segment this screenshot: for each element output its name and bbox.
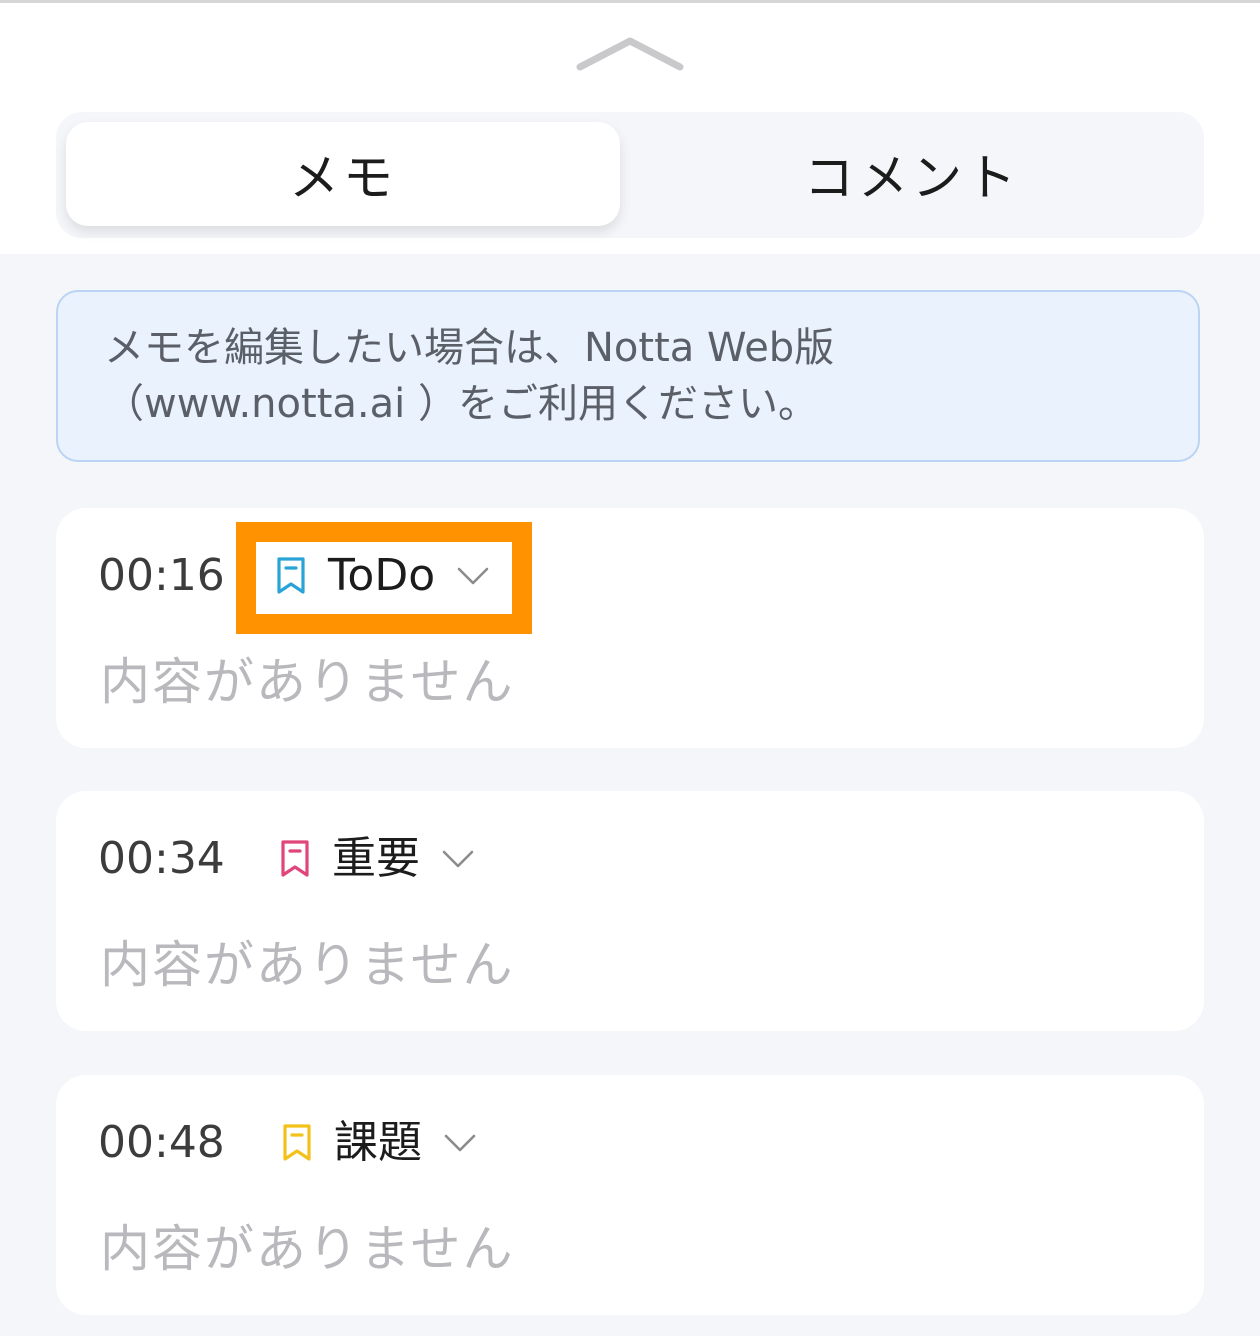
- bookmark-icon: [283, 1124, 311, 1161]
- memo-timestamp[interactable]: 00:48: [98, 1117, 225, 1169]
- memo-content: 内容がありません: [100, 936, 515, 994]
- memo-tag-dropdown[interactable]: 課題: [280, 1115, 476, 1171]
- memo-timestamp[interactable]: 00:16: [98, 550, 225, 602]
- info-banner-line-2: （www.notta.ai ）をご利用ください。: [104, 381, 818, 427]
- memo-tag-label: 重要: [332, 833, 420, 884]
- bookmark-icon: [281, 840, 309, 877]
- memo-content: 内容がありません: [100, 653, 515, 711]
- memo-tag-dropdown[interactable]: ToDo: [274, 548, 489, 604]
- chevron-down-icon: [442, 850, 474, 868]
- memo-card[interactable]: 00:16 ToDo 内容がありません: [56, 508, 1204, 748]
- memo-card[interactable]: 00:48 課題 内容がありません: [56, 1075, 1204, 1315]
- memo-tag-dropdown[interactable]: 重要: [278, 831, 474, 887]
- tab-memo[interactable]: メモ: [66, 122, 620, 226]
- info-banner: メモを編集したい場合は、Notta Web版 （www.notta.ai ）をご…: [56, 290, 1200, 462]
- chevron-up-icon: [576, 37, 684, 71]
- memo-tag-label: ToDo: [328, 550, 436, 601]
- tab-comment[interactable]: コメント: [630, 122, 1194, 226]
- memo-content: 内容がありません: [100, 1220, 515, 1278]
- tab-bar: メモ コメント: [56, 112, 1204, 238]
- memo-card[interactable]: 00:34 重要 内容がありません: [56, 791, 1204, 1031]
- info-banner-line-1: メモを編集したい場合は、Notta Web版: [104, 325, 835, 371]
- memo-tag-label: 課題: [334, 1117, 422, 1168]
- collapse-handle[interactable]: [572, 31, 688, 77]
- memo-timestamp[interactable]: 00:34: [98, 833, 225, 885]
- chevron-down-icon: [444, 1134, 476, 1152]
- chevron-down-icon: [457, 567, 489, 585]
- bookmark-icon: [277, 557, 305, 594]
